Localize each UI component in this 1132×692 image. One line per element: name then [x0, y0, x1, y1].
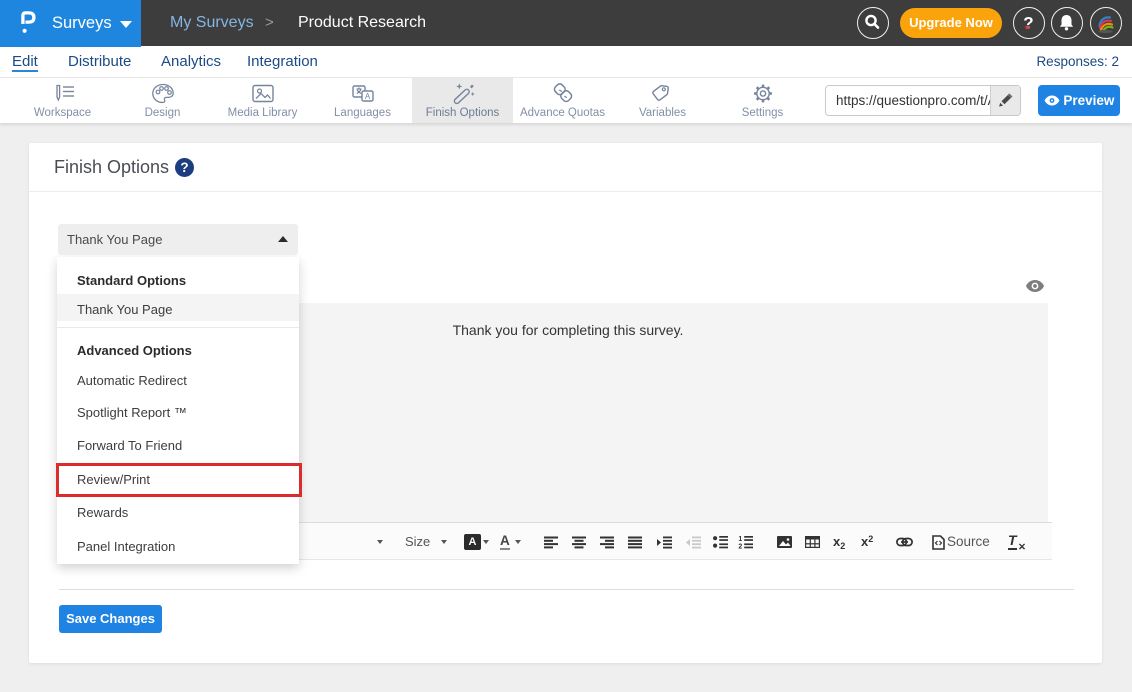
svg-text:1: 1 — [738, 536, 742, 543]
svg-text:A: A — [364, 92, 370, 101]
svg-text:2: 2 — [738, 544, 742, 549]
svg-text:?: ? — [1023, 14, 1033, 33]
